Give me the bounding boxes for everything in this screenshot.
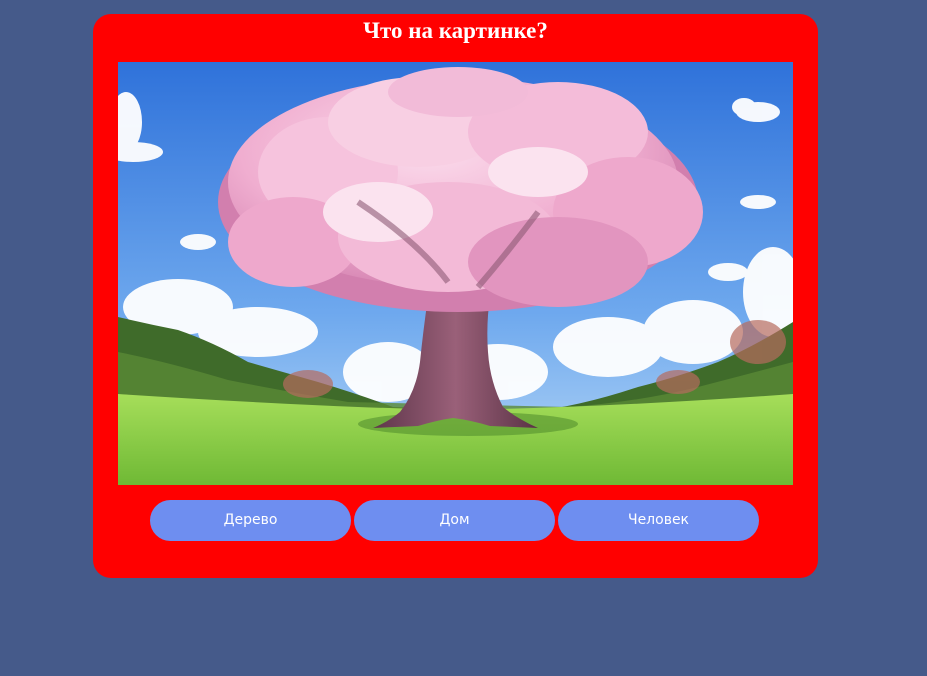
quiz-image bbox=[118, 62, 793, 485]
answer-button-tree[interactable]: Дерево bbox=[150, 500, 351, 541]
answer-button-person[interactable]: Человек bbox=[558, 500, 759, 541]
quiz-title: Что на картинке? bbox=[363, 18, 548, 43]
answer-button-house[interactable]: Дом bbox=[354, 500, 555, 541]
quiz-card: Что на картинке? Дерево Дом Человек bbox=[93, 14, 818, 578]
answer-options: Дерево Дом Человек bbox=[150, 500, 761, 541]
